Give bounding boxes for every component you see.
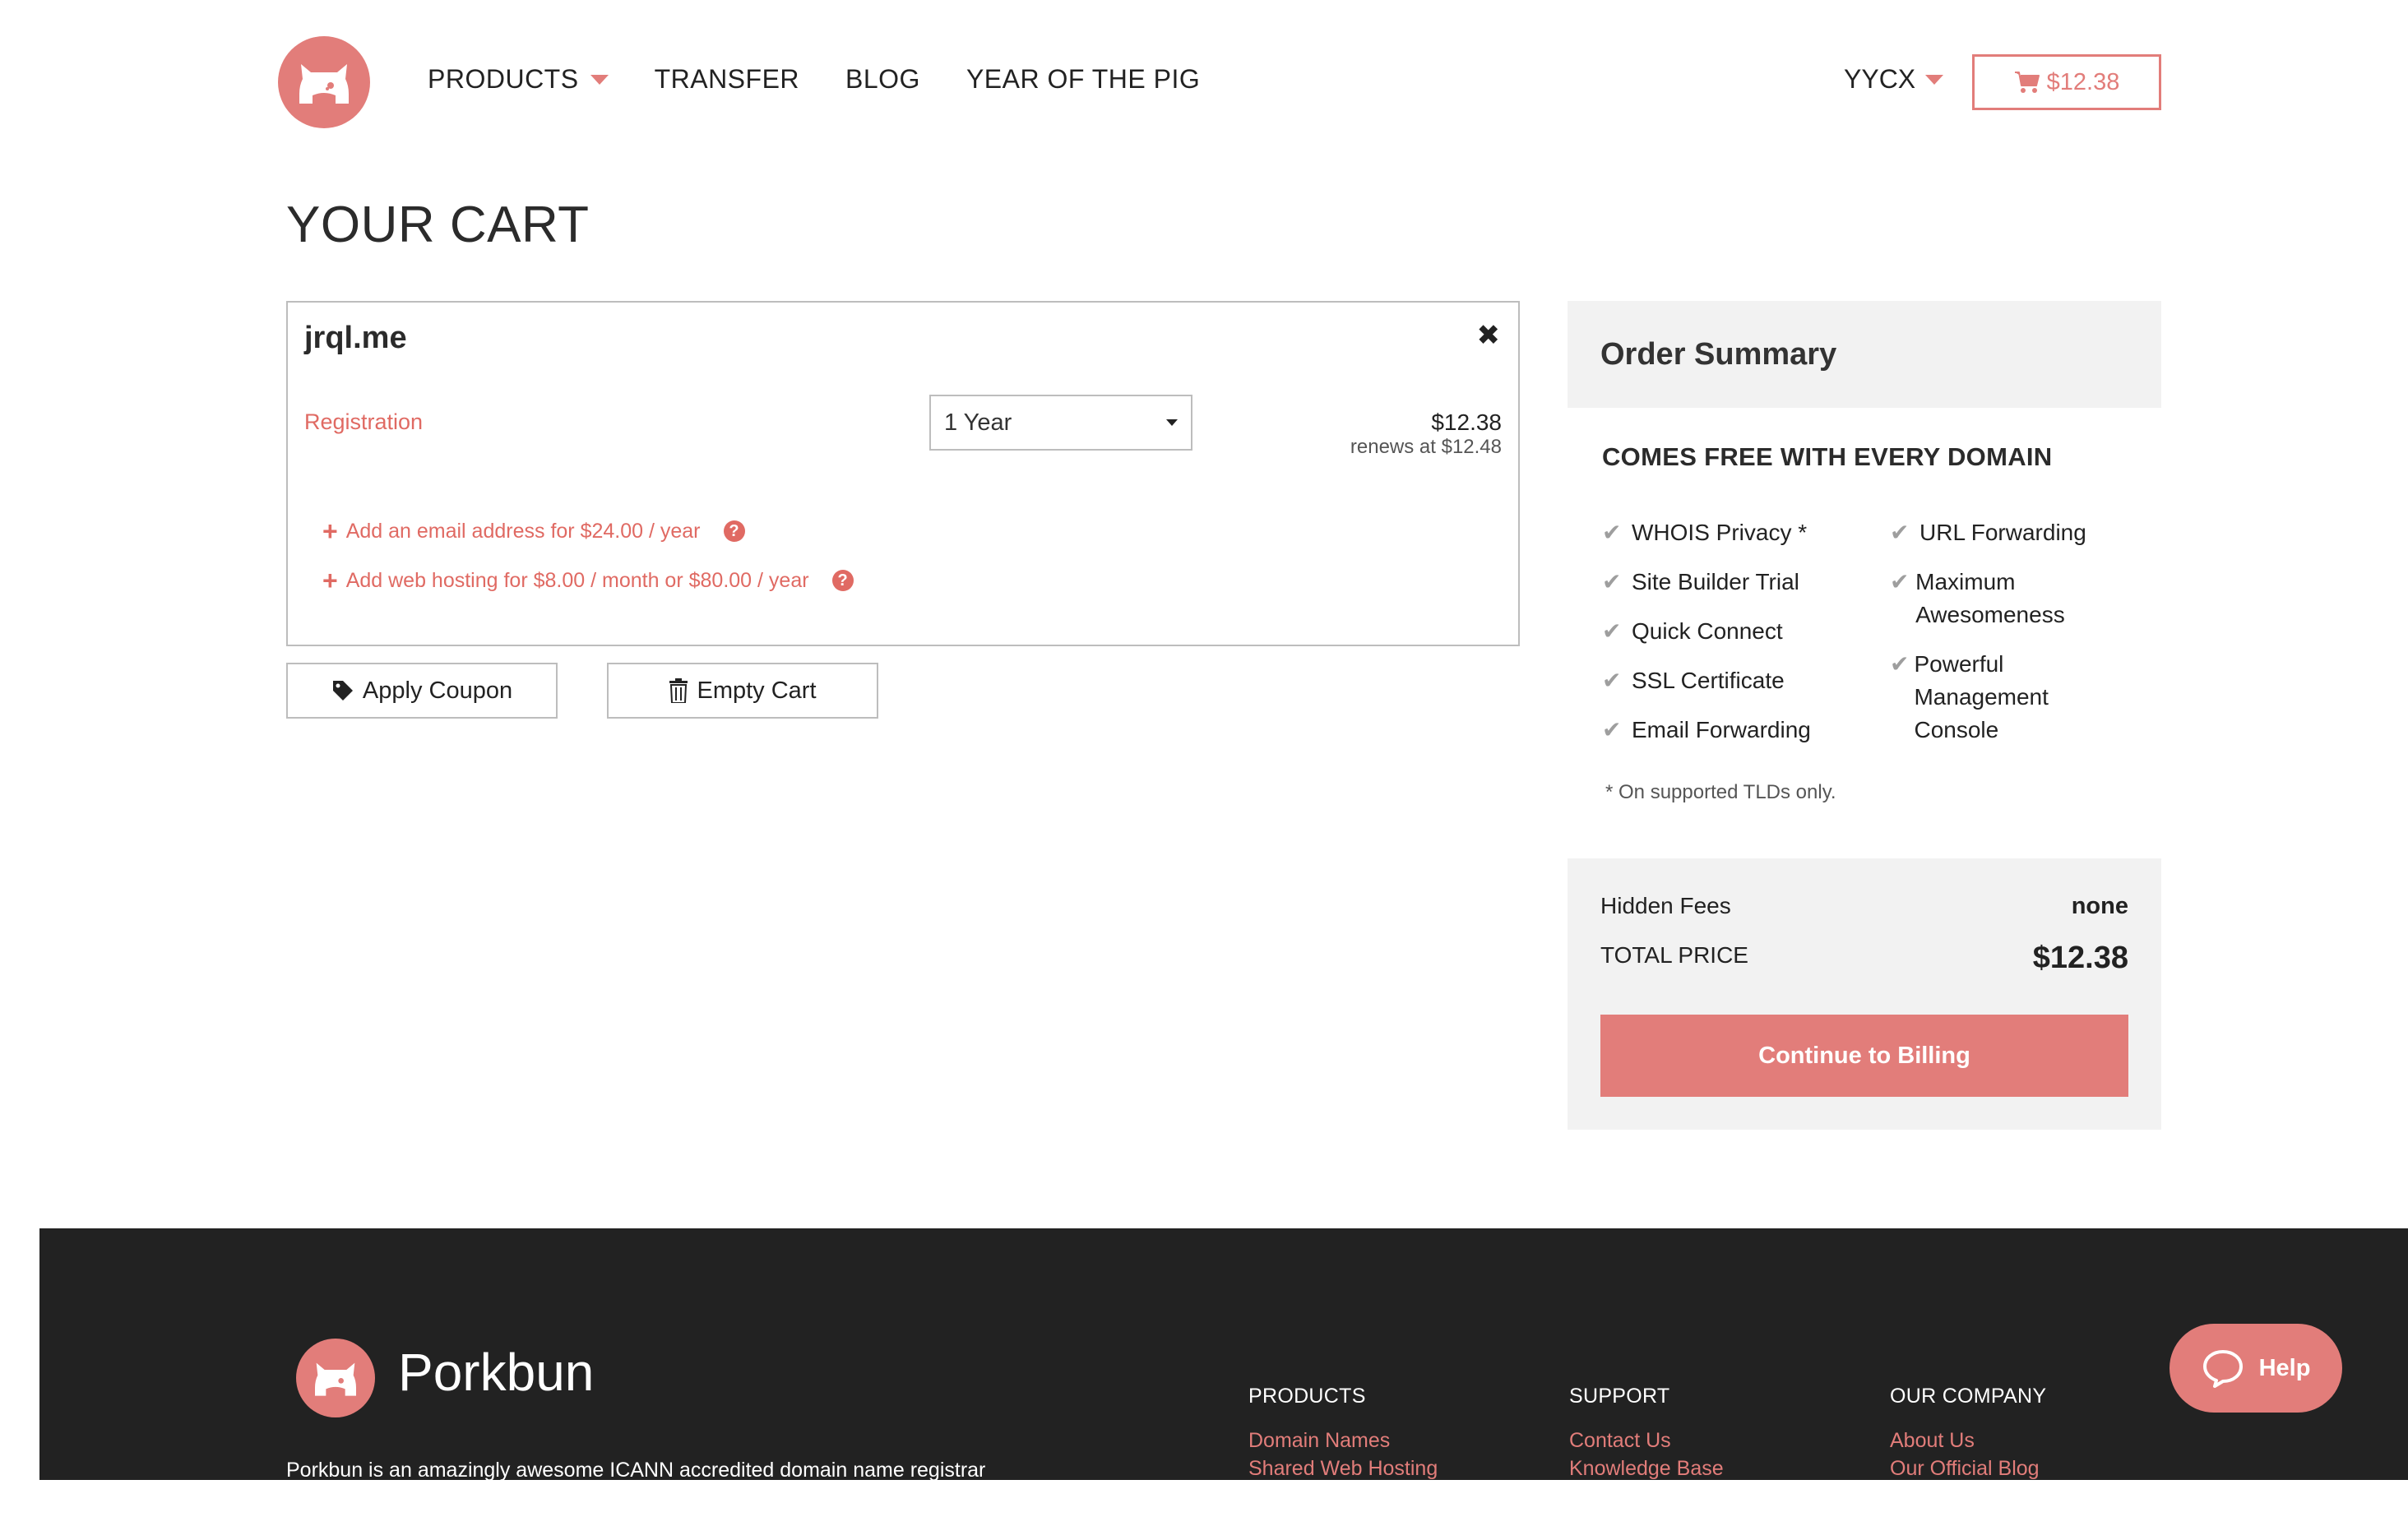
add-email-link[interactable]: + Add an email address for $24.00 / year… bbox=[322, 518, 745, 544]
empty-cart-button[interactable]: Empty Cart bbox=[607, 663, 878, 719]
remove-item-button[interactable]: ✖ bbox=[1477, 319, 1501, 352]
feature-label: Maximum Awesomeness bbox=[1915, 569, 2065, 627]
feature-label: SSL Certificate bbox=[1632, 668, 1785, 693]
renewal-price: renews at $12.48 bbox=[1350, 436, 1502, 458]
total-price-label: TOTAL PRICE bbox=[1600, 942, 1748, 968]
cart-total: $12.38 bbox=[2046, 68, 2120, 95]
tld-note: * On supported TLDs only. bbox=[1605, 781, 1836, 803]
pig-icon bbox=[299, 64, 349, 104]
help-circle-icon[interactable]: ? bbox=[723, 520, 745, 542]
feature-item: ✔ Site Builder Trial bbox=[1602, 566, 1799, 599]
feature-item: ✔ WHOIS Privacy * bbox=[1602, 516, 1807, 549]
chevron-down-icon bbox=[1925, 74, 1944, 85]
item-price: $12.38 bbox=[1431, 409, 1502, 435]
nav-blog-label: BLOG bbox=[845, 64, 920, 94]
chevron-down-icon bbox=[1166, 419, 1178, 426]
cart-item: jrql.me ✖ Registration 1 Year $12.38 ren… bbox=[286, 301, 1520, 646]
trash-icon bbox=[669, 678, 688, 703]
footer-heading-products: PRODUCTS bbox=[1248, 1385, 1366, 1408]
check-icon: ✔ bbox=[1602, 618, 1622, 644]
nav-year-of-the-pig[interactable]: YEAR OF THE PIG bbox=[966, 64, 1200, 95]
apply-coupon-button[interactable]: Apply Coupon bbox=[286, 663, 558, 719]
domain-name: jrql.me bbox=[304, 321, 407, 355]
check-icon: ✔ bbox=[1890, 569, 1910, 594]
footer-heading-support: SUPPORT bbox=[1569, 1385, 1670, 1408]
nav-blog[interactable]: BLOG bbox=[845, 64, 920, 95]
order-summary-header: Order Summary bbox=[1568, 301, 2161, 408]
check-icon: ✔ bbox=[1890, 651, 1910, 677]
hidden-fees-label: Hidden Fees bbox=[1600, 893, 1731, 918]
help-circle-icon[interactable]: ? bbox=[831, 570, 854, 591]
nav-year-of-the-pig-label: YEAR OF THE PIG bbox=[966, 64, 1201, 94]
totals-panel: Hidden Fees none TOTAL PRICE $12.38 Cont… bbox=[1568, 858, 2161, 1130]
nav-products[interactable]: PRODUCTS bbox=[428, 64, 609, 95]
cart-icon bbox=[2014, 72, 2040, 93]
check-icon: ✔ bbox=[1602, 569, 1622, 594]
pig-icon bbox=[315, 1362, 356, 1396]
continue-to-billing-button[interactable]: Continue to Billing bbox=[1600, 1015, 2128, 1097]
empty-cart-label: Empty Cart bbox=[697, 677, 817, 704]
feature-item: ✔ URL Forwarding bbox=[1890, 516, 2086, 549]
porkbun-logo[interactable] bbox=[278, 36, 370, 128]
check-icon: ✔ bbox=[1602, 717, 1622, 742]
main-nav: PRODUCTS TRANSFER BLOG YEAR OF THE PIG bbox=[428, 64, 1200, 95]
plus-icon: + bbox=[322, 566, 338, 595]
nav-products-label: PRODUCTS bbox=[428, 64, 579, 94]
tag-icon bbox=[332, 681, 353, 701]
help-button[interactable]: Help bbox=[2170, 1324, 2342, 1413]
footer-link-about-us[interactable]: About Us bbox=[1890, 1429, 1975, 1453]
footer-heading-our-company: OUR COMPANY bbox=[1890, 1385, 2047, 1408]
footer-link-official-blog[interactable]: Our Official Blog bbox=[1890, 1457, 2040, 1480]
add-hosting-label: Add web hosting for $8.00 / month or $80… bbox=[345, 568, 809, 592]
item-type-label: Registration bbox=[304, 409, 424, 434]
feature-item: ✔ Quick Connect bbox=[1602, 615, 1783, 648]
footer-logo[interactable] bbox=[296, 1339, 375, 1417]
free-features-title: COMES FREE WITH EVERY DOMAIN bbox=[1602, 442, 2053, 471]
footer-description: Porkbun is an amazingly awesome ICANN ac… bbox=[286, 1459, 986, 1480]
feature-item: ✔ Maximum Awesomeness bbox=[1890, 566, 2128, 631]
plus-icon: + bbox=[322, 516, 338, 546]
feature-item: ✔ Email Forwarding bbox=[1602, 714, 1811, 747]
help-label: Help bbox=[2258, 1354, 2311, 1381]
footer-link-domain-names[interactable]: Domain Names bbox=[1248, 1429, 1390, 1453]
page-title: YOUR CART bbox=[286, 197, 590, 253]
user-menu[interactable]: YYCX bbox=[1844, 64, 1944, 95]
footer: Porkbun Porkbun is an amazingly awesome … bbox=[39, 1228, 2408, 1480]
feature-label: Site Builder Trial bbox=[1632, 569, 1799, 594]
add-email-label: Add an email address for $24.00 / year bbox=[345, 519, 701, 543]
check-icon: ✔ bbox=[1890, 520, 1910, 545]
footer-link-shared-web-hosting[interactable]: Shared Web Hosting bbox=[1248, 1457, 1438, 1480]
hidden-fees-value: none bbox=[2071, 893, 2128, 919]
check-icon: ✔ bbox=[1602, 668, 1622, 693]
feature-label: Email Forwarding bbox=[1632, 717, 1811, 742]
check-icon: ✔ bbox=[1602, 520, 1622, 545]
footer-link-contact-us[interactable]: Contact Us bbox=[1569, 1429, 1671, 1453]
feature-label: URL Forwarding bbox=[1919, 520, 2086, 545]
total-price-value: $12.38 bbox=[2032, 941, 2128, 975]
feature-label: Powerful Management Console bbox=[1914, 651, 2049, 742]
cart-button[interactable]: $12.38 bbox=[1972, 54, 2161, 110]
order-summary-title: Order Summary bbox=[1600, 337, 1837, 372]
apply-coupon-label: Apply Coupon bbox=[362, 677, 513, 704]
registration-period-select[interactable]: 1 Year bbox=[929, 395, 1192, 451]
nav-transfer-label: TRANSFER bbox=[654, 64, 800, 94]
period-value: 1 Year bbox=[944, 409, 1012, 436]
feature-label: Quick Connect bbox=[1632, 618, 1783, 644]
nav-transfer[interactable]: TRANSFER bbox=[655, 64, 799, 95]
footer-link-knowledge-base[interactable]: Knowledge Base bbox=[1569, 1457, 1724, 1480]
feature-item: ✔ SSL Certificate bbox=[1602, 664, 1785, 697]
feature-item: ✔ Powerful Management Console bbox=[1890, 648, 2104, 747]
feature-label: WHOIS Privacy * bbox=[1632, 520, 1808, 545]
footer-brand: Porkbun bbox=[398, 1343, 595, 1402]
add-hosting-link[interactable]: + Add web hosting for $8.00 / month or $… bbox=[322, 567, 854, 594]
chat-bubble-icon bbox=[2202, 1350, 2243, 1388]
user-label: YYCX bbox=[1844, 64, 1916, 94]
chevron-down-icon bbox=[590, 74, 609, 85]
close-icon: ✖ bbox=[1476, 320, 1501, 351]
